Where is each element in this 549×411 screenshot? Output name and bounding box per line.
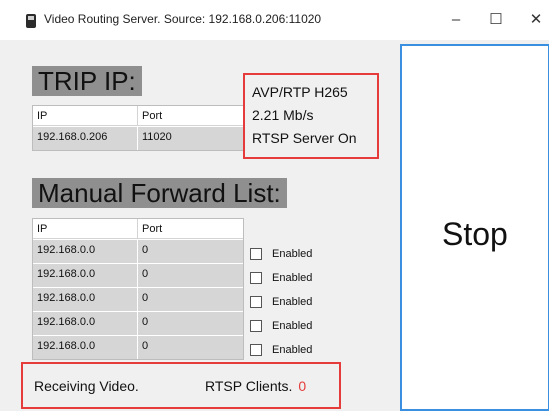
close-button[interactable]: ✕ [521,8,549,32]
port-column-header: Port [142,110,163,122]
forward-port-cell[interactable]: 0 [138,240,242,263]
table-header: IP Port [33,106,243,126]
maximize-button[interactable]: ☐ [481,8,511,32]
stop-button-label: Stop [442,216,508,252]
minimize-button[interactable]: – [441,8,471,32]
table-row[interactable]: 192.168.0.0 0 [33,335,243,359]
title-bar: Video Routing Server. Source: 192.168.0.… [0,0,549,41]
forward-ip-cell[interactable]: 192.168.0.0 [33,312,138,335]
enabled-checkbox[interactable] [250,320,262,332]
table-row[interactable]: 192.168.0.0 0 [33,263,243,287]
receiving-video-status: Receiving Video. [34,378,139,394]
ip-column-header: IP [33,219,138,238]
rtsp-clients-count: 0 [298,378,307,394]
forward-port-cell[interactable]: 0 [138,288,242,311]
table-row[interactable]: 192.168.0.0 0 [33,287,243,311]
port-column-header: Port [142,223,163,235]
enabled-checkbox[interactable] [250,272,262,284]
forward-ip-cell[interactable]: 192.168.0.0 [33,264,138,287]
enabled-label[interactable]: Enabled [272,320,312,332]
enabled-checkbox[interactable] [250,296,262,308]
codec-status: AVP/RTP H265 [252,84,348,100]
enabled-label[interactable]: Enabled [272,248,312,260]
table-row[interactable]: 192.168.0.206 11020 [33,126,243,150]
enabled-label[interactable]: Enabled [272,272,312,284]
table-header: IP Port [33,219,243,239]
status-footer-box: Receiving Video. RTSP Clients. 0 [21,362,341,409]
manual-forward-heading: Manual Forward List: [32,178,287,208]
bitrate-status: 2.21 Mb/s [252,107,314,123]
forward-ip-cell[interactable]: 192.168.0.0 [33,240,138,263]
rtsp-clients-label: RTSP Clients. [205,378,293,394]
stream-status-box: AVP/RTP H265 2.21 Mb/s RTSP Server On [243,73,379,159]
trip-ip-heading: TRIP IP: [32,66,142,96]
table-row[interactable]: 192.168.0.0 0 [33,311,243,335]
forward-port-cell[interactable]: 0 [138,264,242,287]
app-icon [26,14,36,28]
forward-list-table: IP Port 192.168.0.0 0 192.168.0.0 0 192.… [32,218,244,360]
forward-port-cell[interactable]: 0 [138,336,242,359]
enabled-checkbox[interactable] [250,248,262,260]
trip-ip-table: IP Port 192.168.0.206 11020 [32,105,244,151]
stop-button[interactable]: Stop [400,44,549,411]
forward-port-cell[interactable]: 0 [138,312,242,335]
rtsp-clients-status: RTSP Clients. 0 [205,378,306,394]
table-row[interactable]: 192.168.0.0 0 [33,239,243,263]
trip-ip-cell[interactable]: 192.168.0.206 [33,127,138,150]
window-title: Video Routing Server. Source: 192.168.0.… [44,12,322,26]
rtsp-server-status: RTSP Server On [252,130,357,146]
enabled-checkbox[interactable] [250,344,262,356]
trip-port-cell[interactable]: 11020 [138,127,242,150]
enabled-label[interactable]: Enabled [272,344,312,356]
enabled-label[interactable]: Enabled [272,296,312,308]
ip-column-header: IP [33,106,138,125]
forward-ip-cell[interactable]: 192.168.0.0 [33,336,138,359]
forward-ip-cell[interactable]: 192.168.0.0 [33,288,138,311]
